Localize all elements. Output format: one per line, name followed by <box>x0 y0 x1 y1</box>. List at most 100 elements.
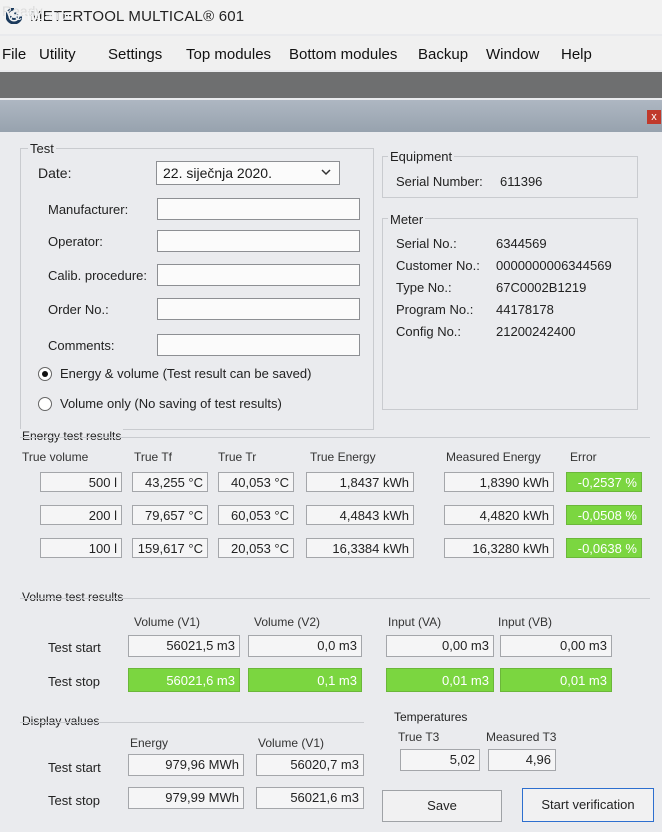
temp-measured-t3: 4,96 <box>488 749 556 771</box>
manufacturer-label: Manufacturer: <box>48 202 129 217</box>
display-header-volume: Volume (V1) <box>258 736 325 750</box>
meter-legend: Meter <box>388 212 426 227</box>
energy-row3-true-energy: 16,3384 kWh <box>306 538 414 558</box>
temp-header-true-t3: True T3 <box>398 730 440 744</box>
menu-bar: File Utility Settings Top modules Bottom… <box>0 36 662 70</box>
menu-help[interactable]: Help <box>561 46 592 63</box>
operator-field[interactable] <box>157 230 360 252</box>
test-group <box>20 148 374 430</box>
volume-only-radio[interactable] <box>38 397 52 411</box>
equipment-serial-value: 611396 <box>500 174 543 189</box>
verification-dialog: Test Date: 22. siječnja 2020. Manufactur… <box>0 132 662 832</box>
date-value: 22. siječnja 2020. <box>163 165 272 181</box>
meter-config-value: 21200242400 <box>496 324 576 339</box>
display-header-energy: Energy <box>130 736 169 750</box>
calib-procedure-field[interactable] <box>157 264 360 286</box>
energy-row2-tf: 79,657 °C <box>132 505 208 525</box>
energy-row1-true-energy: 1,8437 kWh <box>306 472 414 492</box>
menu-backup[interactable]: Backup <box>418 46 468 63</box>
energy-row1-measured-energy: 1,8390 kWh <box>444 472 554 492</box>
comments-field[interactable] <box>157 334 360 356</box>
energy-row1-tr: 40,053 °C <box>218 472 294 492</box>
equipment-legend: Equipment <box>388 149 455 164</box>
volume-stop-v2: 0,1 m3 <box>248 668 362 692</box>
energy-row1-tf: 43,255 °C <box>132 472 208 492</box>
volume-stop-v1: 56021,6 m3 <box>128 668 240 692</box>
date-label: Date: <box>38 165 72 181</box>
meter-program-label: Program No.: <box>396 302 474 317</box>
volume-header-v1: Volume (V1) <box>134 615 201 629</box>
close-icon[interactable]: x <box>647 110 661 124</box>
volume-stop-vb: 0,01 m3 <box>500 668 612 692</box>
meter-type-label: Type No.: <box>396 280 452 295</box>
energy-row1-error: -0,2537 % <box>566 472 642 492</box>
chevron-down-icon <box>321 169 331 176</box>
energy-row2-true-energy: 4,4843 kWh <box>306 505 414 525</box>
energy-volume-radio-label: Energy & volume (Test result can be save… <box>60 366 312 381</box>
display-start-energy: 979,96 MWh <box>128 754 244 776</box>
volume-start-va: 0,00 m3 <box>386 635 494 657</box>
test-legend: Test <box>28 141 56 156</box>
save-button[interactable]: Save <box>382 790 502 822</box>
dialog-title: Verification <box>6 7 75 23</box>
operator-label: Operator: <box>48 234 103 249</box>
energy-row2-tr: 60,053 °C <box>218 505 294 525</box>
menu-window[interactable]: Window <box>486 46 539 63</box>
energy-header-true-tf: True Tf <box>134 450 173 464</box>
date-picker[interactable]: 22. siječnja 2020. <box>156 161 340 185</box>
energy-row3-tf: 159,617 °C <box>132 538 208 558</box>
equipment-serial-label: Serial Number: <box>396 174 483 189</box>
volume-header-v2: Volume (V2) <box>254 615 321 629</box>
energy-row3-tr: 20,053 °C <box>218 538 294 558</box>
energy-row2-volume: 200 l <box>40 505 122 525</box>
display-test-stop-label: Test stop <box>48 793 101 808</box>
menu-utility[interactable]: Utility <box>39 46 76 63</box>
status-bar <box>0 72 662 98</box>
energy-row2-measured-energy: 4,4820 kWh <box>444 505 554 525</box>
display-start-volume: 56020,7 m3 <box>256 754 364 776</box>
meter-customer-value: 0000000006344569 <box>496 258 612 273</box>
calib-procedure-label: Calib. procedure: <box>48 268 147 283</box>
display-test-start-label: Test start <box>48 760 101 775</box>
temperatures-legend: Temperatures <box>392 710 470 724</box>
temp-header-measured-t3: Measured T3 <box>486 730 557 744</box>
meter-serial-label: Serial No.: <box>396 236 457 251</box>
volume-test-start-label: Test start <box>48 640 101 655</box>
energy-row3-volume: 100 l <box>40 538 122 558</box>
temp-true-t3: 5,02 <box>400 749 480 771</box>
energy-header-true-tr: True Tr <box>218 450 257 464</box>
energy-row2-error: -0,0508 % <box>566 505 642 525</box>
volume-start-v2: 0,0 m3 <box>248 635 362 657</box>
meter-serial-value: 6344569 <box>496 236 547 251</box>
meter-program-value: 44178178 <box>496 302 554 317</box>
menu-bottom-modules[interactable]: Bottom modules <box>289 46 397 63</box>
meter-customer-label: Customer No.: <box>396 258 480 273</box>
comments-label: Comments: <box>48 338 115 353</box>
energy-header-measured-energy: Measured Energy <box>446 450 541 464</box>
volume-start-v1: 56021,5 m3 <box>128 635 240 657</box>
volume-header-vb: Input (VB) <box>498 615 553 629</box>
energy-header-true-volume: True volume <box>22 450 89 464</box>
menu-file[interactable]: File <box>2 46 26 63</box>
energy-row3-measured-energy: 16,3280 kWh <box>444 538 554 558</box>
energy-header-error: Error <box>570 450 597 464</box>
order-no-label: Order No.: <box>48 302 109 317</box>
dialog-title-bar <box>0 100 662 132</box>
volume-header-va: Input (VA) <box>388 615 442 629</box>
energy-row1-volume: 500 l <box>40 472 122 492</box>
volume-test-stop-label: Test stop <box>48 674 101 689</box>
start-verification-button[interactable]: Start verification <box>522 788 654 822</box>
meter-type-value: 67C0002B1219 <box>496 280 587 295</box>
volume-stop-va: 0,01 m3 <box>386 668 494 692</box>
display-stop-volume: 56021,6 m3 <box>256 787 364 809</box>
display-stop-energy: 979,99 MWh <box>128 787 244 809</box>
volume-start-vb: 0,00 m3 <box>500 635 612 657</box>
manufacturer-field[interactable] <box>157 198 360 220</box>
energy-volume-radio[interactable] <box>38 367 52 381</box>
menu-settings[interactable]: Settings <box>108 46 162 63</box>
order-no-field[interactable] <box>157 298 360 320</box>
meter-config-label: Config No.: <box>396 324 462 339</box>
energy-header-true-energy: True Energy <box>310 450 376 464</box>
menu-top-modules[interactable]: Top modules <box>186 46 271 63</box>
energy-row3-error: -0,0638 % <box>566 538 642 558</box>
